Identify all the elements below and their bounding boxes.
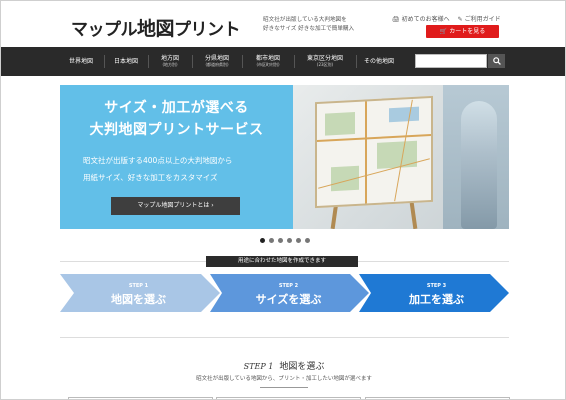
nav-label: 東京区分地図 [306, 55, 343, 62]
step-3[interactable]: STEP 3 加工を選ぶ [374, 274, 499, 312]
step-number: STEP 1 [128, 283, 149, 289]
nav-item-city[interactable]: 都市地図 (市区町村別) [243, 47, 293, 76]
section-step-tag: STEP 1 [243, 362, 274, 371]
hero-title-line1: サイズ・加工が選べる [104, 100, 249, 116]
nav-label: その他地図 [363, 58, 394, 65]
search-icon [492, 57, 501, 65]
cart-icon: 🛒 [439, 28, 450, 35]
carousel-dot[interactable] [260, 238, 265, 243]
nav-item-world[interactable]: 世界地図 [59, 47, 103, 76]
nav-label: 日本地図 [113, 58, 138, 65]
book-icon: ✎ [457, 16, 463, 23]
hero-banner[interactable]: サイズ・加工が選べる 大判地図プリントサービス 昭文社が出版する400点以上の大… [60, 85, 509, 229]
hero-desc-line2: 用紙サイズ、好きな加工をカスタマイズ [83, 173, 218, 182]
carousel-dot[interactable] [296, 238, 301, 243]
nav-item-japan[interactable]: 日本地図 [105, 47, 147, 76]
map-block [325, 111, 355, 136]
hero-photo [293, 85, 509, 229]
tagline: 昭文社が出版している大判地図を 好きなサイズ 好きな加工で簡単購入 [263, 16, 354, 34]
step-1[interactable]: STEP 1 地図を選ぶ [76, 274, 201, 312]
map-road [365, 101, 367, 204]
first-visit-link[interactable]: 🖨 初めてのお客様へ [392, 14, 450, 23]
step-number: STEP 3 [426, 283, 447, 289]
carousel-dots [260, 238, 310, 243]
nav-sublabel: (市区町村別) [256, 62, 280, 67]
hero-title-line2: 大判地図プリントサービス [89, 122, 264, 138]
about-button[interactable]: マップル地図プリントとは › [111, 197, 240, 215]
logo-text-a: マップル [71, 20, 138, 40]
first-visit-label: 初めてのお客様へ [401, 16, 450, 23]
person-silhouette [461, 101, 497, 229]
section-subtitle: 昭文社が出版している地図から、プリント・加工したい地図が選べます [196, 376, 372, 382]
nav-label: 都市地図 [255, 55, 280, 62]
nav-label: 地方図 [160, 55, 179, 62]
guide-link[interactable]: ✎ ご利用ガイド [458, 14, 501, 23]
title-underline [260, 387, 308, 388]
nav-sublabel: (地方別) [162, 62, 178, 67]
guide-label: ご利用ガイド [464, 16, 501, 23]
step-label: 加工を選ぶ [409, 293, 464, 306]
nav-item-prefecture[interactable]: 分県地図 (都道府県別) [193, 47, 241, 76]
top-links: 🖨 初めてのお客様へ ✎ ご利用ガイド [392, 14, 501, 23]
hero-desc-line1: 昭文社が出版する400点以上の大判地図から [83, 156, 233, 165]
map-water [389, 106, 419, 123]
site-logo[interactable]: マップル地図プリント [71, 14, 241, 41]
step-label: 地図を選ぶ [111, 293, 166, 306]
search-button[interactable] [488, 54, 505, 68]
step-2[interactable]: STEP 2 サイズを選ぶ [226, 274, 351, 312]
nav-sublabel: (都道府県別) [205, 62, 229, 67]
divider-line [60, 337, 509, 338]
search-input[interactable] [415, 54, 487, 68]
step-number: STEP 2 [278, 283, 299, 289]
site-header: マップル地図プリント 昭文社が出版している大判地図を 好きなサイズ 好きな加工で… [1, 1, 565, 47]
steps-heading: 用途に合わせた地図を作成できます [206, 256, 358, 267]
cart-label: カートを見る [449, 28, 486, 35]
nav-sublabel: (23区別) [316, 62, 334, 67]
tagline-line2: 好きなサイズ 好きな加工で簡単購入 [263, 26, 355, 32]
logo-text-c: プリント [174, 20, 241, 40]
map-block [377, 140, 417, 169]
nav-label: 分県地図 [204, 55, 229, 62]
section-title-text: 地図を選ぶ [279, 362, 325, 372]
logo-text-b: 地図 [137, 18, 175, 40]
nav-item-tokyo-ward[interactable]: 東京区分地図 (23区別) [295, 47, 355, 76]
cart-button[interactable]: 🛒 カートを見る [426, 25, 499, 38]
map-board-image [315, 95, 433, 209]
printer-icon: 🖨 [392, 16, 400, 23]
nav-label: 世界地図 [68, 58, 93, 65]
tagline-line1: 昭文社が出版している大判地図を [263, 17, 347, 23]
nav-item-region[interactable]: 地方図 (地方別) [149, 47, 191, 76]
section-title: STEP 1 地図を選ぶ [1, 359, 565, 372]
carousel-dot[interactable] [278, 238, 283, 243]
carousel-dot[interactable] [305, 238, 310, 243]
carousel-dot[interactable] [287, 238, 292, 243]
page: マップル地図プリント 昭文社が出版している大判地図を 好きなサイズ 好きな加工で… [0, 0, 566, 400]
nav-item-other[interactable]: その他地図 [357, 47, 401, 76]
carousel-dot[interactable] [269, 238, 274, 243]
step-label: サイズを選ぶ [255, 293, 322, 306]
